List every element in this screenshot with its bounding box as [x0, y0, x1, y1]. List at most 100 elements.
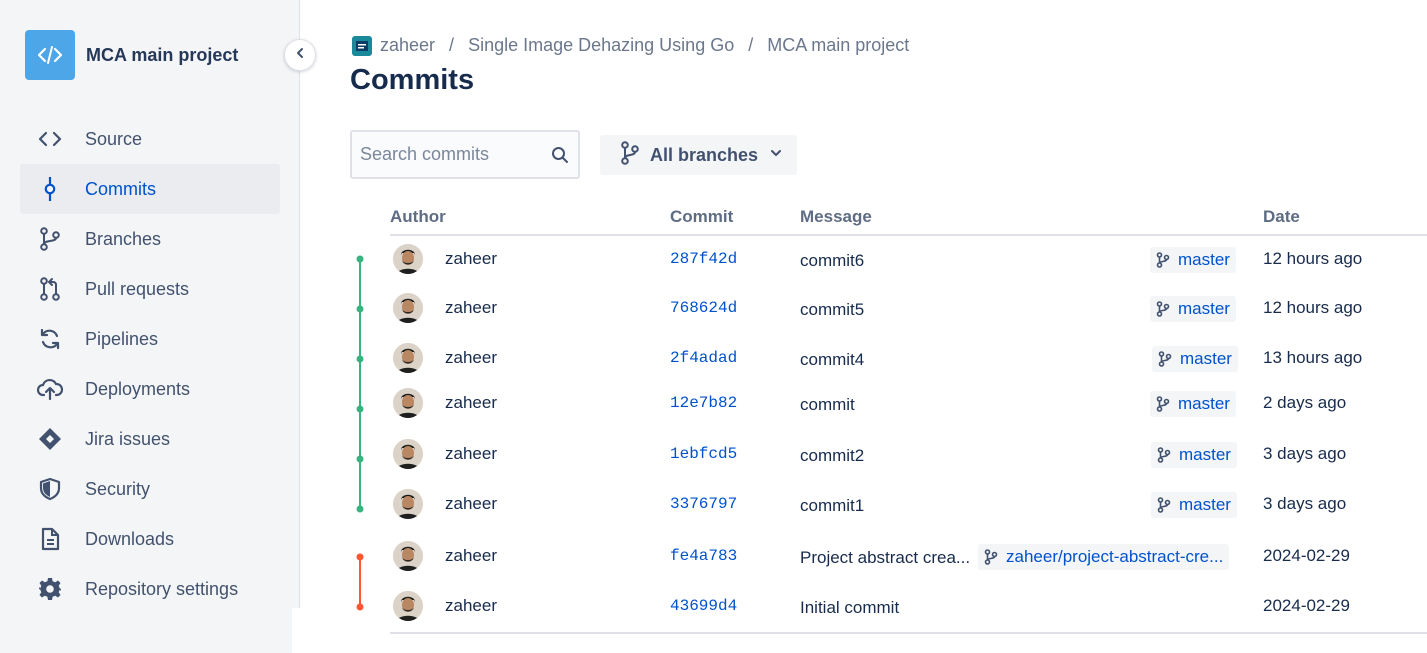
column-header-message[interactable]: Message [800, 207, 872, 227]
sidebar-item-label: Pipelines [85, 328, 159, 349]
table-row[interactable]: zaheer fe4a783 Project abstract crea... … [390, 534, 1427, 584]
avatar [393, 343, 423, 373]
commit-date: 2024-02-29 [1263, 546, 1350, 565]
column-header-date[interactable]: Date [1263, 207, 1300, 227]
sidebar-item-security[interactable]: Security [20, 464, 280, 514]
search-box [350, 130, 580, 179]
commit-author: zaheer [445, 444, 497, 463]
sidebar-item-pipelines[interactable]: Pipelines [20, 314, 280, 364]
sidebar-item-commits[interactable]: Commits [20, 164, 280, 214]
sidebar-item-repository-settings[interactable]: Repository settings [20, 564, 280, 614]
branch-tag-label: master [1179, 495, 1231, 514]
branch-icon [620, 140, 640, 170]
breadcrumb: zaheer / Single Image Dehazing Using Go … [352, 35, 909, 56]
commit-message: commit6 [800, 251, 865, 270]
sidebar-item-label: Downloads [85, 528, 175, 549]
project-name: MCA main project [86, 44, 239, 65]
column-header-author[interactable]: Author [390, 207, 446, 227]
sidebar-item-label: Repository settings [85, 578, 239, 599]
commit-node [356, 603, 364, 611]
sidebar-item-downloads[interactable]: Downloads [20, 514, 280, 564]
branch-tag-label: master [1178, 394, 1230, 413]
commit-hash[interactable]: 2f4adad [670, 349, 737, 367]
table-row[interactable]: zaheer 768624d commit5 master 12 hours a… [390, 286, 1427, 336]
sidebar-item-source[interactable]: Source [20, 114, 280, 164]
commit-message: Project abstract crea... [800, 548, 971, 567]
branch-icon [37, 226, 63, 252]
avatar [393, 293, 423, 323]
avatar [393, 489, 423, 519]
workspace-icon [352, 35, 372, 56]
commit-message: commit1 [800, 496, 865, 515]
commit-graph [356, 255, 364, 611]
sidebar-item-label: Security [85, 478, 151, 499]
sidebar-item-jira-issues[interactable]: Jira issues [20, 414, 280, 464]
project-header[interactable]: MCA main project [25, 30, 238, 80]
table-row[interactable]: zaheer 2f4adad commit4 master 13 hours a… [390, 336, 1427, 386]
commit-node [356, 305, 364, 313]
sidebar-item-label: Deployments [85, 378, 191, 399]
commit-hash[interactable]: 43699d4 [670, 597, 737, 615]
sidebar-item-pull-requests[interactable]: Pull requests [20, 264, 280, 314]
code-icon [37, 126, 63, 152]
shield-icon [37, 476, 63, 502]
sidebar-item-deployments[interactable]: Deployments [20, 364, 280, 414]
commit-date: 12 hours ago [1263, 298, 1363, 317]
avatar [393, 439, 423, 469]
branch-tag[interactable]: master [1152, 346, 1238, 372]
commit-hash[interactable]: 12e7b82 [670, 394, 737, 412]
table-row[interactable]: zaheer 43699d4 Initial commit 2024-02-29 [390, 584, 1427, 634]
collapse-sidebar-button[interactable] [284, 39, 316, 71]
table-header-divider [390, 234, 1427, 236]
avatar [393, 244, 423, 274]
branch-tag-label: master [1179, 445, 1231, 464]
commit-node [356, 405, 364, 413]
breadcrumb-repo[interactable]: MCA main project [767, 35, 909, 56]
commit-node [356, 255, 364, 263]
column-header-commit[interactable]: Commit [670, 207, 733, 227]
commit-date: 3 days ago [1263, 444, 1347, 463]
branch-tag-label: master [1178, 299, 1230, 318]
table-row[interactable]: zaheer 1ebfcd5 commit2 master 3 days ago [390, 432, 1427, 482]
branch-tag[interactable]: master [1150, 247, 1236, 273]
commit-author: zaheer [445, 249, 497, 268]
commit-author: zaheer [445, 348, 497, 367]
search-input[interactable] [360, 144, 545, 165]
table-row[interactable]: zaheer 3376797 commit1 master 3 days ago [390, 482, 1427, 532]
sidebar-item-label: Jira issues [85, 428, 171, 449]
commit-date: 13 hours ago [1263, 348, 1363, 367]
branch-tag[interactable]: master [1150, 296, 1236, 322]
commit-hash[interactable]: 1ebfcd5 [670, 445, 737, 463]
branch-filter-dropdown[interactable]: All branches [600, 135, 797, 175]
jira-icon [37, 426, 63, 452]
commit-node [356, 355, 364, 363]
commit-hash[interactable]: fe4a783 [670, 547, 737, 565]
commit-author: zaheer [445, 298, 497, 317]
commit-date: 2 days ago [1263, 393, 1347, 412]
commit-node [356, 455, 364, 463]
sidebar-item-label: Commits [85, 178, 156, 199]
commit-node [356, 553, 364, 561]
commit-hash[interactable]: 287f42d [670, 250, 737, 268]
pull-request-icon [37, 276, 63, 302]
commit-node [356, 505, 364, 513]
table-row[interactable]: zaheer 12e7b82 commit master 2 days ago [390, 381, 1427, 431]
project-avatar [25, 30, 75, 80]
branch-tag[interactable]: master [1151, 492, 1237, 518]
branch-tag[interactable]: master [1150, 391, 1236, 417]
commit-hash[interactable]: 3376797 [670, 495, 737, 513]
branch-tag[interactable]: master [1151, 442, 1237, 468]
commit-author: zaheer [445, 494, 497, 513]
chevron-down-icon [770, 146, 782, 164]
commit-author: zaheer [445, 546, 497, 565]
sidebar-item-branches[interactable]: Branches [20, 214, 280, 264]
commit-hash[interactable]: 768624d [670, 299, 737, 317]
breadcrumb-project[interactable]: Single Image Dehazing Using Go [468, 35, 734, 56]
breadcrumb-workspace[interactable]: zaheer [380, 35, 435, 56]
sidebar-item-label: Pull requests [85, 278, 190, 299]
search-icon[interactable] [551, 146, 569, 169]
table-row[interactable]: zaheer 287f42d commit6 master 12 hours a… [390, 237, 1427, 287]
commit-date: 12 hours ago [1263, 249, 1363, 268]
branch-tag-label: master [1178, 250, 1230, 269]
branch-tag[interactable]: zaheer/project-abstract-cre... [978, 544, 1230, 570]
